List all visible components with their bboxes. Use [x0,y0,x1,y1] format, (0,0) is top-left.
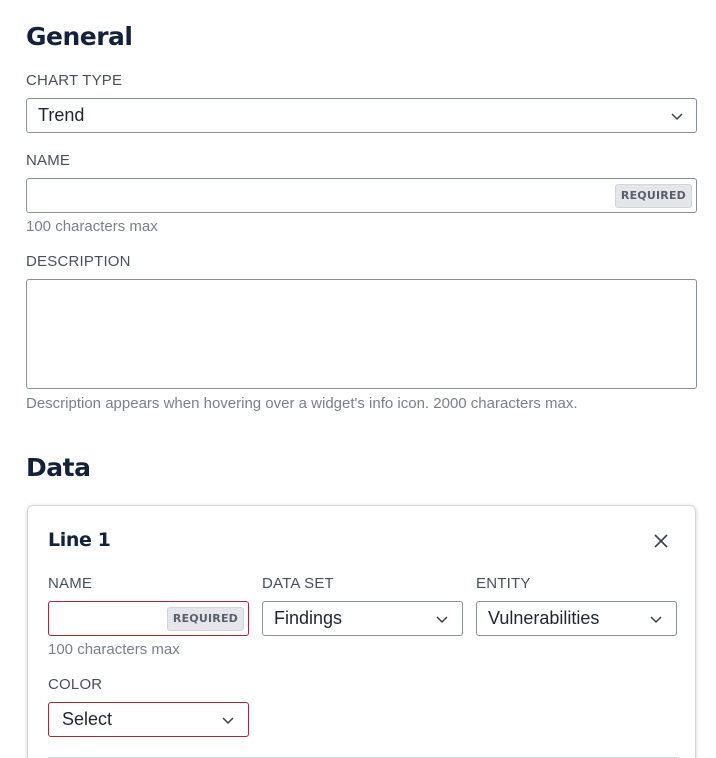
line-card: Line 1 NAME REQUIRED 100 characters max … [27,505,696,758]
line-name-label: NAME [48,575,93,592]
chevron-down-icon [436,615,448,623]
line-required-badge: REQUIRED [166,606,244,631]
description-hint: Description appears when hovering over a… [26,395,578,412]
line-card-title: Line 1 [48,529,111,551]
close-icon[interactable] [652,532,670,550]
entity-label: ENTITY [476,575,531,592]
name-hint: 100 characters max [26,218,158,235]
data-set-select[interactable]: Findings [262,601,463,636]
chevron-down-icon [671,112,683,120]
general-section-title: General [26,22,133,51]
color-select[interactable]: Select [48,702,249,737]
chart-type-label: CHART TYPE [26,72,123,89]
line-name-hint: 100 characters max [48,641,180,658]
name-label: NAME [26,152,71,169]
widget-editor-page: General CHART TYPE Trend NAME REQUIRED 1… [0,0,716,758]
data-set-value: Findings [274,608,343,628]
name-input[interactable]: REQUIRED [26,178,697,213]
entity-select[interactable]: Vulnerabilities [476,601,677,636]
description-label: DESCRIPTION [26,253,131,270]
color-value: Select [62,709,113,729]
required-badge: REQUIRED [614,183,692,208]
chart-type-value: Trend [38,105,85,125]
description-textarea[interactable] [26,279,697,389]
chart-type-select[interactable]: Trend [26,98,697,133]
chevron-down-icon [650,615,662,623]
data-section-title: Data [26,453,91,482]
chevron-down-icon [222,716,234,724]
entity-value: Vulnerabilities [488,608,600,628]
line-name-input[interactable]: REQUIRED [48,601,249,636]
color-label: COLOR [48,676,103,693]
data-set-label: DATA SET [262,575,334,592]
